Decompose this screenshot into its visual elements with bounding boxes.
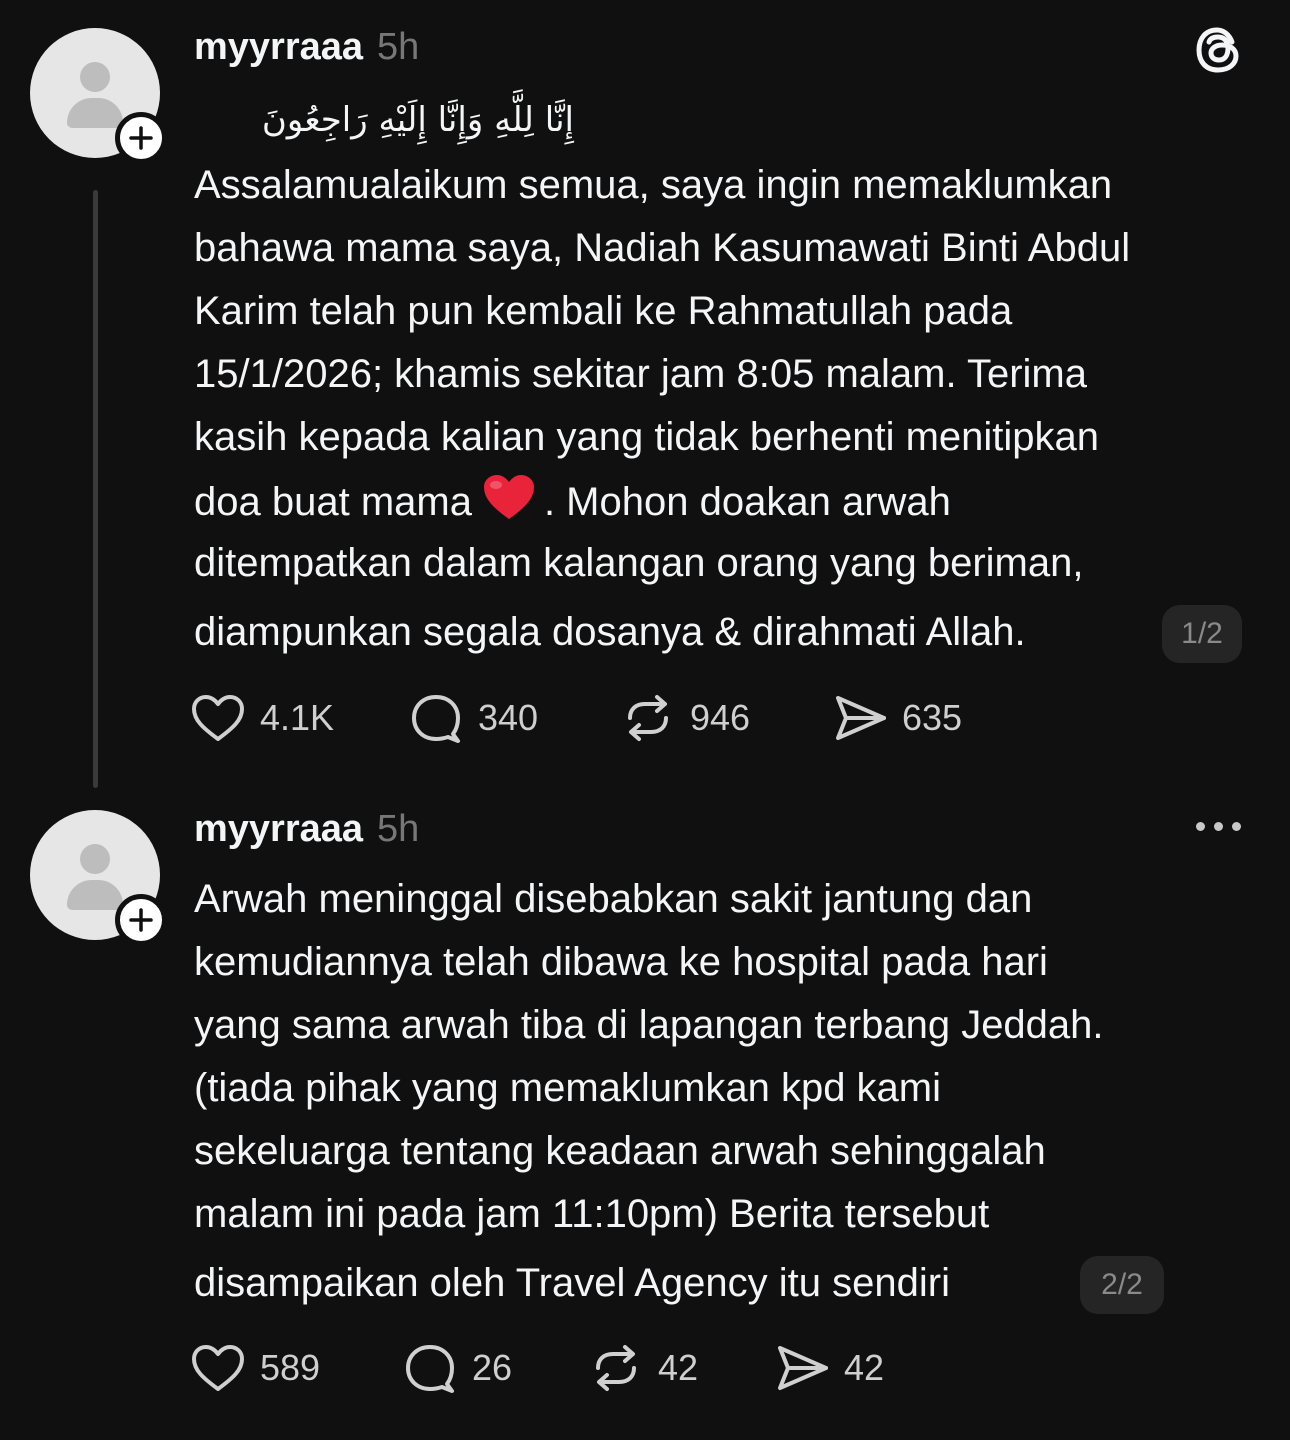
share-button[interactable]: 635 <box>832 688 962 748</box>
post-text-line: sekeluarga tentang keadaan arwah sehingg… <box>194 1129 1046 1173</box>
reply-count: 340 <box>478 697 539 738</box>
post-actions: 589 26 42 42 <box>190 1338 1190 1398</box>
timestamp: 5h <box>377 808 420 850</box>
post-text-line: (tiada pihak yang memaklumkan kpd kami <box>194 1066 942 1110</box>
post-text-line: doa buat mama . Mohon doakan arwah <box>194 473 951 535</box>
reply-button[interactable]: 340 <box>408 688 538 748</box>
post-text-line: yang sama arwah tiba di lapangan terbang… <box>194 1003 1104 1047</box>
repost-icon <box>596 1345 636 1391</box>
timestamp: 5h <box>377 26 420 68</box>
post-text-line: Arwah meninggal disebabkan sakit jantung… <box>194 877 1033 921</box>
post-header: myyrraaa 5h <box>194 808 419 851</box>
post-text-line: disampaikan oleh Travel Agency itu sendi… <box>194 1261 950 1305</box>
follow-plus-button[interactable] <box>115 894 167 946</box>
threads-logo-icon[interactable] <box>1192 24 1244 81</box>
heart-icon <box>192 1345 244 1391</box>
comment-bubble-icon <box>406 1345 454 1393</box>
repost-count: 946 <box>690 697 751 738</box>
post-text-after-emoji: . Mohon doakan arwah <box>543 480 951 524</box>
like-button[interactable]: 4.1K <box>190 688 334 748</box>
repost-icon <box>628 695 668 741</box>
plus-icon <box>129 908 153 932</box>
username[interactable]: myyrraaa <box>194 808 363 851</box>
like-button[interactable]: 589 <box>190 1338 320 1398</box>
post-text-line: diampunkan segala dosanya & dirahmati Al… <box>194 610 1026 654</box>
reply-count: 26 <box>472 1347 513 1388</box>
repost-button[interactable]: 42 <box>588 1338 698 1398</box>
share-count: 42 <box>844 1347 885 1388</box>
follow-plus-button[interactable] <box>115 112 167 164</box>
avatar-placeholder-head <box>80 844 110 874</box>
share-count: 635 <box>902 697 963 738</box>
post-text-line: malam ini pada jam 11:10pm) Berita terse… <box>194 1192 990 1236</box>
repost-count: 42 <box>658 1347 699 1388</box>
post-text-before-emoji: doa buat mama <box>194 480 472 524</box>
post-text-line: bahawa mama saya, Nadiah Kasumawati Bint… <box>194 226 1131 270</box>
red-heart-emoji-icon <box>482 473 536 535</box>
repost-button[interactable]: 946 <box>620 688 750 748</box>
post-text-line: kasih kepada kalian yang tidak berhenti … <box>194 415 1100 459</box>
post-text-line: kemudiannya telah dibawa ke hospital pad… <box>194 940 1048 984</box>
post-text-line: 15/1/2026; khamis sekitar jam 8:05 malam… <box>194 352 1087 396</box>
send-icon <box>836 696 886 740</box>
avatar-placeholder-head <box>80 62 110 92</box>
thread-page-badge: 2/2 <box>1080 1256 1164 1314</box>
dot <box>1214 822 1223 831</box>
comment-bubble-icon <box>412 695 460 743</box>
share-button[interactable]: 42 <box>774 1338 884 1398</box>
thread-page-badge: 1/2 <box>1162 605 1242 663</box>
post-actions: 4.1K 340 946 635 <box>190 688 1190 748</box>
post-text-line: Karim telah pun kembali ke Rahmatullah p… <box>194 289 1013 333</box>
avatar-placeholder-body <box>67 98 123 128</box>
post-header: myyrraaa 5h <box>194 26 419 69</box>
avatar-placeholder-body <box>67 880 123 910</box>
thread-connector-line <box>93 190 98 788</box>
post-text-line: ditempatkan dalam kalangan orang yang be… <box>194 541 1084 585</box>
heart-icon <box>192 695 244 741</box>
arabic-verse: إِنَّا لِلَّهِ وَإِنَّا إِلَيْهِ رَاجِعُ… <box>261 100 574 140</box>
username[interactable]: myyrraaa <box>194 26 363 69</box>
post-text-line: Assalamualaikum semua, saya ingin memakl… <box>194 163 1113 207</box>
plus-icon <box>129 126 153 150</box>
like-count: 4.1K <box>260 697 335 738</box>
dot <box>1232 822 1241 831</box>
like-count: 589 <box>260 1347 321 1388</box>
more-options-icon[interactable] <box>1196 822 1241 831</box>
send-icon <box>778 1346 828 1390</box>
thread-post-1: myyrraaa 5h إِنَّا لِلَّهِ وَإِنَّا إِلَ… <box>0 0 1290 790</box>
reply-button[interactable]: 26 <box>402 1338 512 1398</box>
dot <box>1196 822 1205 831</box>
